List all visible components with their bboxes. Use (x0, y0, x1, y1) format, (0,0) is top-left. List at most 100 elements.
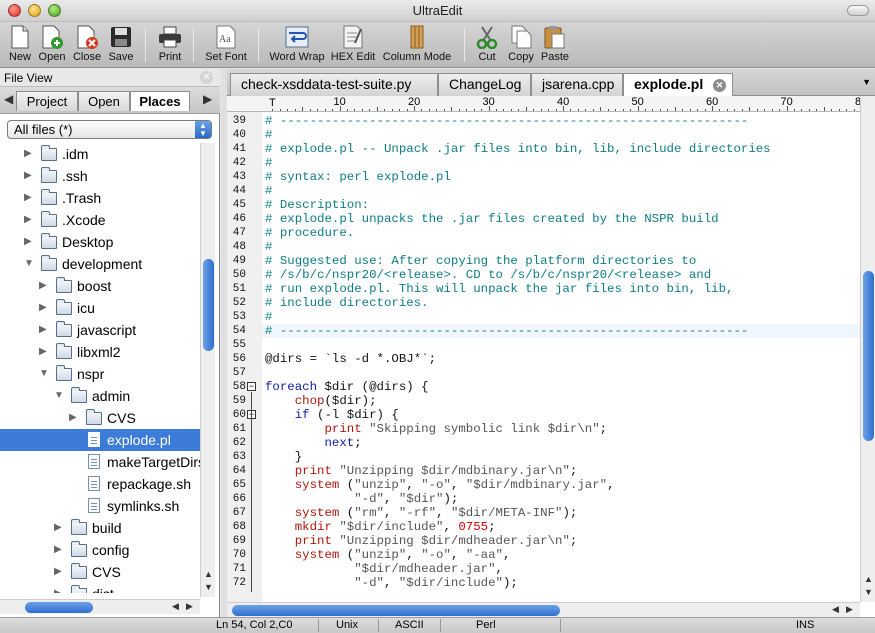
language[interactable]: Perl (476, 619, 496, 631)
tab-list-menu-icon[interactable]: ▼ (862, 77, 871, 87)
tree-folder-item[interactable]: ▶ Desktop (0, 231, 200, 253)
tree-folder-item[interactable]: ▶ .idm (0, 143, 200, 165)
disclosure-collapsed-icon[interactable]: ▶ (54, 583, 62, 593)
scrollbar-thumb[interactable] (203, 259, 214, 351)
tab-explode[interactable]: explode.pl ✕ (623, 73, 733, 96)
tab-check-xsddata-test-suite[interactable]: check-xsddata-test-suite.py (230, 73, 438, 96)
line-number: 50 (232, 269, 246, 281)
file-tree-vertical-scrollbar[interactable]: ▲ ▼ (200, 143, 215, 597)
scroll-right-icon[interactable]: ▶ (186, 601, 193, 612)
tree-folder-item[interactable]: ▼ nspr (0, 363, 200, 385)
tab-scroll-right-icon[interactable]: ▶ (203, 92, 212, 106)
tree-folder-item[interactable]: ▶ icu (0, 297, 200, 319)
ruler-column-label: 70 (780, 96, 793, 108)
disclosure-collapsed-icon[interactable]: ▶ (24, 143, 32, 165)
disclosure-collapsed-icon[interactable]: ▶ (24, 209, 32, 231)
scrollbar-thumb[interactable] (25, 602, 93, 613)
disclosure-collapsed-icon[interactable]: ▶ (54, 517, 62, 539)
file-tree-horizontal-scrollbar[interactable]: ◀ ▶ (0, 599, 200, 614)
hex-edit-button[interactable]: HEX Edit (331, 24, 375, 66)
open-button[interactable]: Open (36, 24, 68, 66)
line-number: 51 (232, 283, 246, 295)
paste-button[interactable]: Paste (540, 24, 570, 66)
tab-scroll-left-icon[interactable]: ◀ (4, 92, 13, 106)
tree-folder-item[interactable]: ▶ .Xcode (0, 209, 200, 231)
disclosure-expanded-icon[interactable]: ▼ (39, 363, 49, 385)
tree-folder-item[interactable]: ▶ javascript (0, 319, 200, 341)
print-button[interactable]: Print (155, 24, 185, 66)
scroll-down-icon[interactable]: ▼ (864, 587, 873, 597)
tree-file-item[interactable]: repackage.sh (0, 473, 200, 495)
scroll-right-icon[interactable]: ▶ (846, 604, 853, 615)
tree-folder-item[interactable]: ▶ .Trash (0, 187, 200, 209)
disclosure-collapsed-icon[interactable]: ▶ (39, 297, 47, 319)
tab-changelog[interactable]: ChangeLog (438, 73, 531, 96)
word-wrap-button[interactable]: Word Wrap (268, 24, 326, 66)
tree-folder-item[interactable]: ▼ admin (0, 385, 200, 407)
disclosure-collapsed-icon[interactable]: ▶ (39, 319, 47, 341)
cut-button[interactable]: Cut (474, 24, 500, 66)
editor-horizontal-scrollbar[interactable]: ◀ ▶ (227, 602, 860, 617)
tree-folder-item[interactable]: ▶ boost (0, 275, 200, 297)
close-tab-icon[interactable]: ✕ (713, 79, 726, 92)
save-button[interactable]: Save (106, 24, 136, 66)
scroll-down-icon[interactable]: ▼ (204, 582, 213, 592)
tab-jsarena[interactable]: jsarena.cpp (531, 73, 623, 96)
tree-file-item[interactable]: symlinks.sh (0, 495, 200, 517)
editor-vertical-scrollbar[interactable]: ▲ ▼ (860, 96, 875, 602)
code-view[interactable]: # --------------------------------------… (262, 112, 860, 602)
ruler-tick (689, 109, 691, 111)
tree-file-item[interactable]: explode.pl (0, 429, 200, 451)
copy-button[interactable]: Copy (506, 24, 536, 66)
fold-collapse-icon[interactable]: − (247, 382, 256, 391)
disclosure-collapsed-icon[interactable]: ▶ (54, 539, 62, 561)
tree-folder-item[interactable]: ▶ dist (0, 583, 200, 593)
set-font-button[interactable]: Aa Set Font (203, 24, 249, 66)
tree-folder-item[interactable]: ▶ CVS (0, 561, 200, 583)
scrollbar-thumb[interactable] (863, 271, 874, 441)
file-filter-select[interactable]: All files (*) ▲ ▼ (7, 120, 212, 139)
disclosure-collapsed-icon[interactable]: ▶ (54, 561, 62, 583)
tab-places[interactable]: Places (130, 91, 190, 111)
scroll-left-icon[interactable]: ◀ (832, 604, 839, 615)
disclosure-collapsed-icon[interactable]: ▶ (24, 231, 32, 253)
line-ending[interactable]: Unix (336, 619, 358, 631)
disclosure-collapsed-icon[interactable]: ▶ (24, 165, 32, 187)
scroll-up-icon[interactable]: ▲ (864, 574, 873, 584)
tree-folder-item[interactable]: ▶ build (0, 517, 200, 539)
code-token: "$dir/include" (398, 576, 503, 590)
code-line: # (265, 156, 272, 170)
code-token: ( (339, 478, 355, 492)
ruler-tick (592, 109, 594, 111)
disclosure-expanded-icon[interactable]: ▼ (54, 385, 64, 407)
tree-folder-item[interactable]: ▼ development (0, 253, 200, 275)
tree-item-label: .idm (62, 146, 89, 162)
ruler-tick (622, 109, 624, 111)
scroll-up-icon[interactable]: ▲ (204, 569, 213, 579)
insert-mode[interactable]: INS (796, 619, 814, 631)
column-mode-button[interactable]: Column Mode (381, 24, 453, 66)
disclosure-collapsed-icon[interactable]: ▶ (24, 187, 32, 209)
tree-file-item[interactable]: makeTargetDirs.sh (0, 451, 200, 473)
encoding[interactable]: ASCII (395, 619, 424, 631)
disclosure-collapsed-icon[interactable]: ▶ (69, 407, 77, 429)
close-button[interactable]: Close (70, 24, 104, 66)
tree-folder-item[interactable]: ▶ libxml2 (0, 341, 200, 363)
disclosure-expanded-icon[interactable]: ▼ (24, 253, 34, 275)
disclosure-collapsed-icon[interactable]: ▶ (39, 275, 47, 297)
tree-folder-item[interactable]: ▶ config (0, 539, 200, 561)
tab-open[interactable]: Open (78, 91, 130, 111)
code-token: system (294, 478, 340, 492)
tree-folder-item[interactable]: ▶ CVS (0, 407, 200, 429)
close-panel-icon[interactable]: ✕ (200, 71, 213, 84)
tree-folder-item[interactable]: ▶ .ssh (0, 165, 200, 187)
new-button[interactable]: New (6, 24, 34, 66)
scrollbar-thumb[interactable] (232, 605, 560, 616)
scroll-left-icon[interactable]: ◀ (172, 601, 179, 612)
toolbar-toggle-button[interactable] (847, 5, 869, 16)
tab-project[interactable]: Project (16, 91, 78, 111)
disclosure-collapsed-icon[interactable]: ▶ (39, 341, 47, 363)
